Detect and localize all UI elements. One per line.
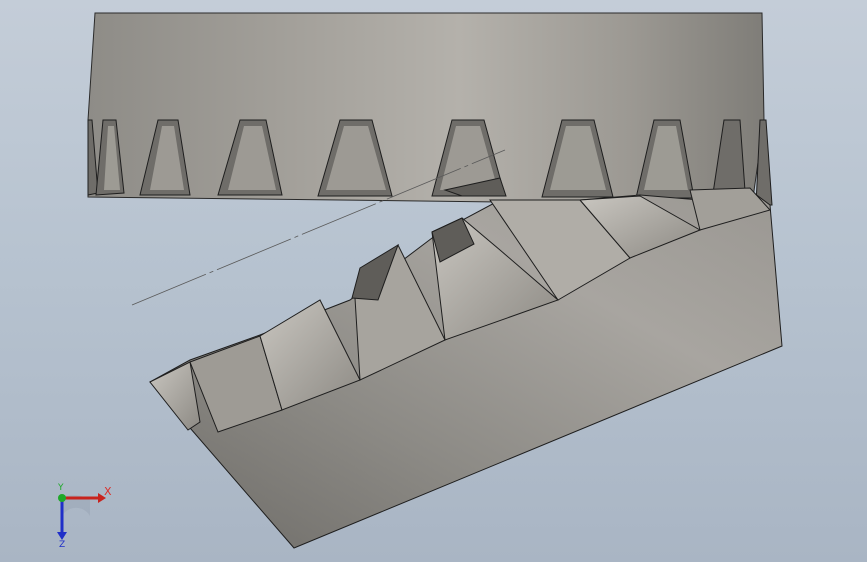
- z-axis-label: Z: [59, 540, 65, 548]
- x-axis-label: X: [104, 485, 112, 498]
- model-scene[interactable]: [0, 0, 867, 562]
- y-axis-label: Y: [57, 483, 64, 493]
- 3d-viewport[interactable]: X Y Z: [0, 0, 867, 562]
- y-axis-dot: [58, 494, 66, 502]
- axis-triad: X Y Z: [57, 483, 112, 548]
- gear-body[interactable]: [87, 12, 773, 206]
- rack-body[interactable]: [149, 177, 783, 549]
